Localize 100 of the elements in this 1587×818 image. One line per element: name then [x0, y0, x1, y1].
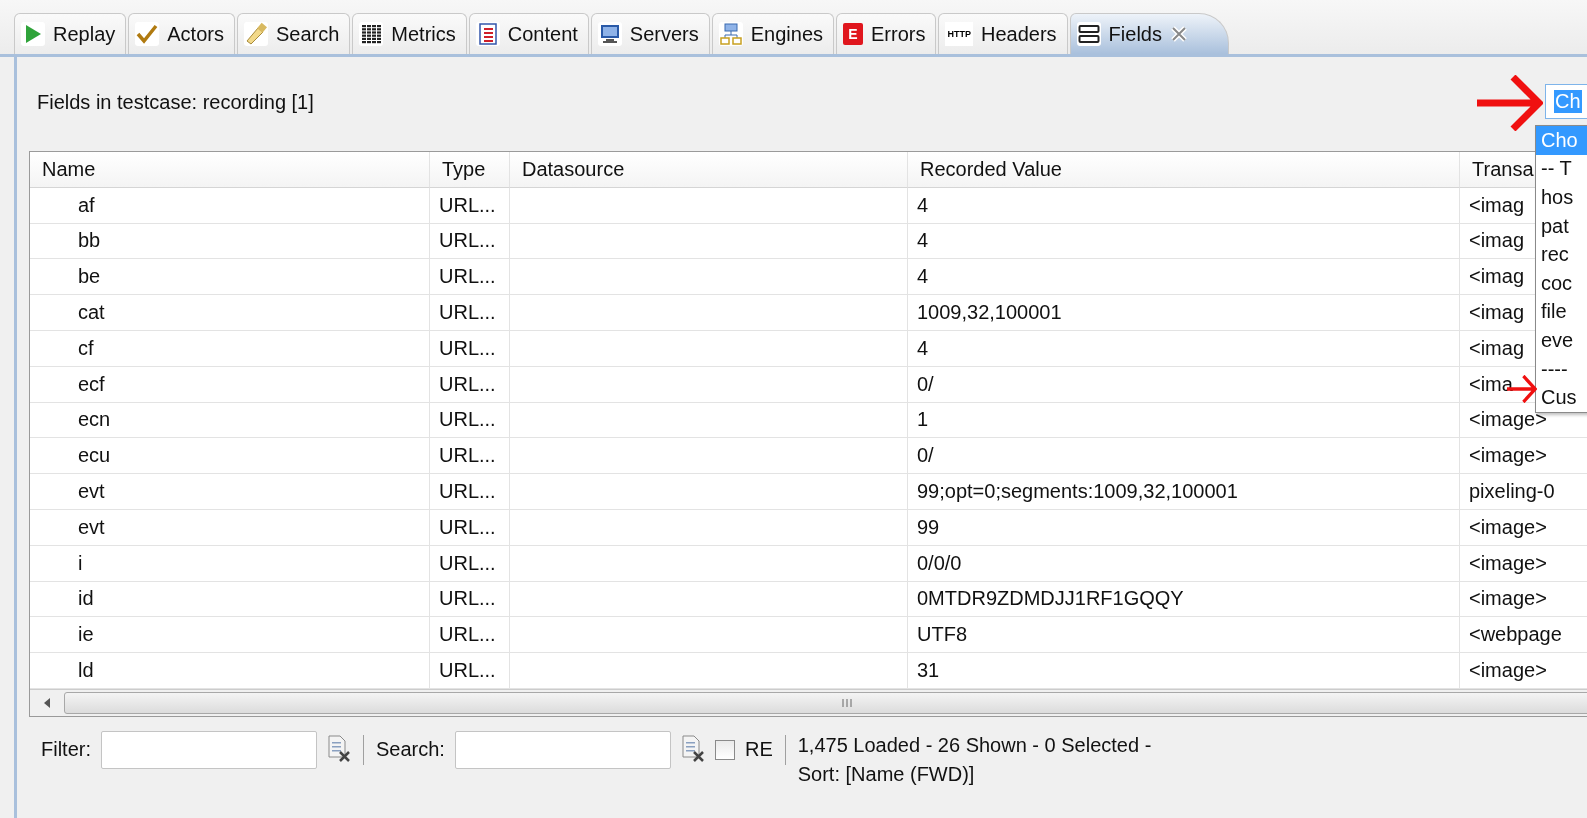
- table-cell: URL...: [430, 581, 510, 618]
- search-field[interactable]: [454, 730, 671, 769]
- monitor-icon: [597, 22, 622, 46]
- arrow-icon: [1477, 75, 1543, 131]
- table-cell: 4: [908, 331, 1460, 367]
- error-icon: E: [843, 23, 864, 45]
- tab-label[interactable]: Fields: [1108, 22, 1162, 46]
- table-cell: URL...: [430, 545, 510, 582]
- status-text: Sort: [Name (FWD)]: [797, 761, 976, 787]
- table-cell: <image>: [1460, 581, 1587, 618]
- table-cell: be: [30, 259, 430, 296]
- table-cell: 31: [908, 653, 1460, 689]
- status-text: 1,475 Loaded - 26 Shown - 0 Selected -: [797, 732, 1152, 758]
- table-cell: 4: [908, 259, 1460, 296]
- table-cell: id: [30, 581, 430, 618]
- hierarchy-icon: [718, 22, 743, 46]
- tab[interactable]: Fields: [1069, 13, 1229, 54]
- table-cell: URL...: [430, 223, 510, 260]
- search-label: Search:: [376, 737, 445, 763]
- filter-label: Filter:: [41, 737, 91, 763]
- tab-label[interactable]: Content: [507, 22, 578, 46]
- table-cell: <image>: [1460, 438, 1587, 475]
- tab[interactable]: Search: [236, 13, 351, 54]
- table-cell: 1009,32,100001: [908, 295, 1460, 331]
- table-cell: 99;opt=0;segments:1009,32,100001: [908, 474, 1460, 510]
- caret-left-icon[interactable]: [43, 696, 51, 709]
- tab-label[interactable]: Metrics: [391, 22, 456, 46]
- table-cell: evt: [30, 474, 430, 510]
- table-cell: URL...: [430, 474, 510, 510]
- grip-icon: [842, 697, 852, 708]
- tab[interactable]: Actors: [128, 13, 235, 54]
- table-cell: URL...: [430, 187, 510, 224]
- table-cell: ld: [30, 653, 430, 689]
- tab-label[interactable]: Replay: [53, 22, 116, 46]
- tab-label[interactable]: Actors: [167, 22, 224, 46]
- table-cell: <image>: [1460, 653, 1587, 689]
- table-cell: evt: [30, 509, 430, 546]
- table-cell: ecu: [30, 438, 430, 475]
- table-cell: UTF8: [908, 617, 1460, 654]
- flashlight-icon: [243, 22, 268, 46]
- tab[interactable]: Replay: [14, 13, 127, 54]
- column-header[interactable]: Recorded Value: [908, 152, 1460, 188]
- table-cell: URL...: [430, 617, 510, 654]
- clear-filter-icon[interactable]: [680, 734, 705, 763]
- table-cell: URL...: [430, 653, 510, 689]
- clear-filter-icon[interactable]: [327, 734, 351, 763]
- table-cell: URL...: [430, 259, 510, 296]
- table-cell: pixeling-0: [1460, 474, 1587, 510]
- table-cell: 4: [908, 187, 1460, 224]
- close-icon[interactable]: [1169, 25, 1188, 43]
- tab-label[interactable]: Engines: [750, 22, 824, 46]
- checkmark-icon: [135, 22, 160, 46]
- table-cell: 1: [908, 402, 1460, 439]
- tab[interactable]: HTTP Headers: [938, 13, 1068, 54]
- table-cell: <image>: [1460, 509, 1587, 546]
- column-header[interactable]: Type: [430, 152, 510, 188]
- table-cell: <image>: [1460, 545, 1587, 582]
- document-icon: [475, 22, 500, 46]
- tab[interactable]: Metrics: [352, 13, 467, 54]
- table-cell: 0/0/0: [908, 545, 1460, 582]
- table-cell: i: [30, 545, 430, 582]
- table-cell: cf: [30, 331, 430, 367]
- table-cell: 0/: [908, 438, 1460, 475]
- tab[interactable]: E Errors: [836, 13, 937, 54]
- dropdown-option[interactable]: Cus: [1536, 383, 1587, 412]
- table-cell: bb: [30, 223, 430, 260]
- column-header[interactable]: Datasource: [510, 152, 908, 188]
- table-cell: URL...: [430, 509, 510, 546]
- re-label: RE: [744, 737, 773, 763]
- table-cell: ie: [30, 617, 430, 654]
- filter-field[interactable]: [101, 730, 317, 769]
- rows-icon: [1076, 22, 1101, 46]
- tab[interactable]: Engines: [711, 13, 835, 54]
- http-icon: HTTP: [945, 22, 973, 46]
- table-cell: cat: [30, 295, 430, 331]
- table-cell: URL...: [430, 295, 510, 331]
- scrollbar-thumb[interactable]: [64, 691, 1587, 714]
- play-icon: [21, 22, 45, 46]
- table-cell: ecf: [30, 366, 430, 403]
- table-cell: 0/: [908, 366, 1460, 403]
- table-cell: 99: [908, 509, 1460, 546]
- table-cell: URL...: [430, 366, 510, 403]
- table-cell: URL...: [430, 438, 510, 475]
- panel-heading: Fields in testcase: recording [1]: [37, 90, 314, 114]
- table-cell: URL...: [430, 331, 510, 367]
- column-header[interactable]: Name: [30, 152, 430, 188]
- table-cell: af: [30, 187, 430, 224]
- tab-label[interactable]: Headers: [981, 22, 1057, 46]
- tab[interactable]: Content: [468, 13, 589, 54]
- table-cell: URL...: [430, 402, 510, 439]
- table-cell: <webpage: [1460, 617, 1587, 654]
- table-cell: 4: [908, 223, 1460, 260]
- tab-label[interactable]: Search: [275, 22, 340, 46]
- tab-label[interactable]: Errors: [871, 22, 926, 46]
- re-checkbox[interactable]: [714, 739, 735, 760]
- table-cell: ecn: [30, 402, 430, 439]
- tab[interactable]: Servers: [590, 13, 710, 54]
- table-cell: 0MTDR9ZDMDJJ1RF1GQQY: [908, 581, 1460, 618]
- tab-label[interactable]: Servers: [629, 22, 699, 46]
- grid-icon: [359, 22, 384, 46]
